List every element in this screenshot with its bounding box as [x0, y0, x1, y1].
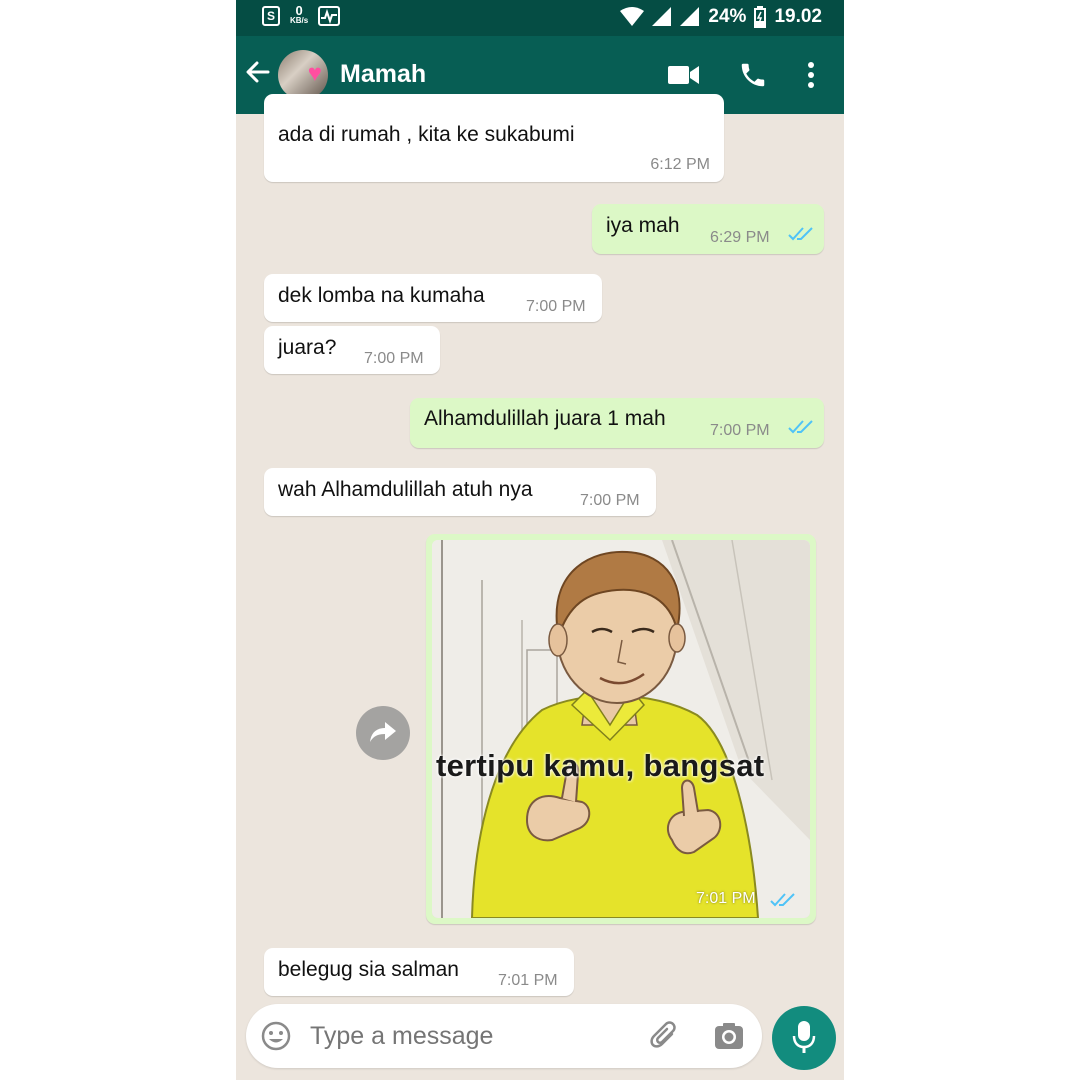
message-time: 7:00 PM — [710, 422, 770, 439]
activity-icon — [318, 6, 341, 26]
clock: 19.02 — [774, 6, 822, 27]
message-text: wah Alhamdulillah atuh nya — [278, 478, 533, 501]
more-vert-icon[interactable] — [806, 60, 816, 90]
network-speed-value: 0 — [295, 3, 303, 18]
status-bar: S 0 KB/s 24% 19.02 — [236, 0, 844, 36]
message-time: 7:01 PM — [498, 972, 558, 989]
message-outgoing[interactable]: Alhamdulillah juara 1 mah 7:00 PM — [410, 398, 824, 448]
network-speed: 0 KB/s — [290, 3, 309, 26]
phone-icon[interactable] — [738, 60, 768, 90]
message-time: 7:00 PM — [580, 492, 640, 509]
message-time: 7:00 PM — [526, 298, 586, 315]
message-outgoing[interactable]: iya mah 6:29 PM — [592, 204, 824, 254]
microphone-icon — [792, 1021, 816, 1053]
meme-image[interactable]: tertipu kamu, bangsat 7:01 PM — [432, 540, 810, 918]
read-ticks-icon — [788, 227, 813, 241]
message-text: juara? — [278, 336, 337, 359]
message-text: dek lomba na kumaha — [278, 284, 485, 307]
phone-screen: S 0 KB/s 24% 19.02 ♥ Mamah ada di rumah … — [236, 0, 844, 1080]
message-time: 7:01 PM — [696, 890, 756, 907]
message-incoming[interactable]: dek lomba na kumaha 7:00 PM — [264, 274, 602, 322]
message-text: belegug sia salman — [278, 958, 459, 981]
message-time: 6:29 PM — [710, 229, 770, 246]
heart-icon: ♥ — [307, 60, 322, 87]
message-incoming[interactable]: wah Alhamdulillah atuh nya 7:00 PM — [264, 468, 656, 516]
avatar[interactable]: ♥ — [278, 50, 328, 100]
message-text: iya mah — [606, 214, 680, 237]
message-incoming[interactable]: ada di rumah , kita ke sukabumi 6:12 PM — [264, 94, 724, 182]
wifi-icon — [620, 7, 645, 26]
camera-icon[interactable] — [714, 1022, 744, 1050]
battery-icon — [754, 6, 767, 28]
paperclip-icon[interactable] — [650, 1020, 680, 1052]
shop-notification-icon: S — [262, 6, 280, 26]
contact-name[interactable]: Mamah — [340, 60, 426, 89]
message-time: 7:00 PM — [364, 350, 424, 367]
mic-button[interactable] — [772, 1006, 836, 1070]
forward-button[interactable] — [356, 706, 410, 760]
message-input[interactable] — [310, 1022, 610, 1051]
signal-icon-2 — [680, 7, 700, 26]
read-ticks-icon — [788, 420, 813, 434]
message-text: Alhamdulillah juara 1 mah — [424, 407, 666, 430]
message-list[interactable]: ada di rumah , kita ke sukabumi 6:12 PM … — [236, 94, 844, 1004]
meme-caption: tertipu kamu, bangsat — [436, 748, 765, 783]
emoji-icon[interactable] — [260, 1020, 292, 1052]
video-camera-icon[interactable] — [668, 64, 700, 86]
message-incoming[interactable]: juara? 7:00 PM — [264, 326, 440, 374]
meme-illustration — [432, 540, 810, 918]
message-time: 6:12 PM — [650, 156, 710, 173]
read-ticks-icon — [770, 893, 795, 907]
message-outgoing-image[interactable]: tertipu kamu, bangsat 7:01 PM — [426, 534, 816, 924]
message-text: ada di rumah , kita ke sukabumi — [278, 123, 575, 146]
forward-icon — [370, 722, 396, 742]
battery-percent: 24% — [708, 6, 747, 27]
network-speed-unit: KB/s — [290, 16, 309, 25]
signal-icon — [652, 7, 672, 26]
arrow-left-icon[interactable] — [244, 58, 272, 86]
message-composer — [246, 1004, 762, 1068]
message-incoming[interactable]: belegug sia salman 7:01 PM — [264, 948, 574, 996]
